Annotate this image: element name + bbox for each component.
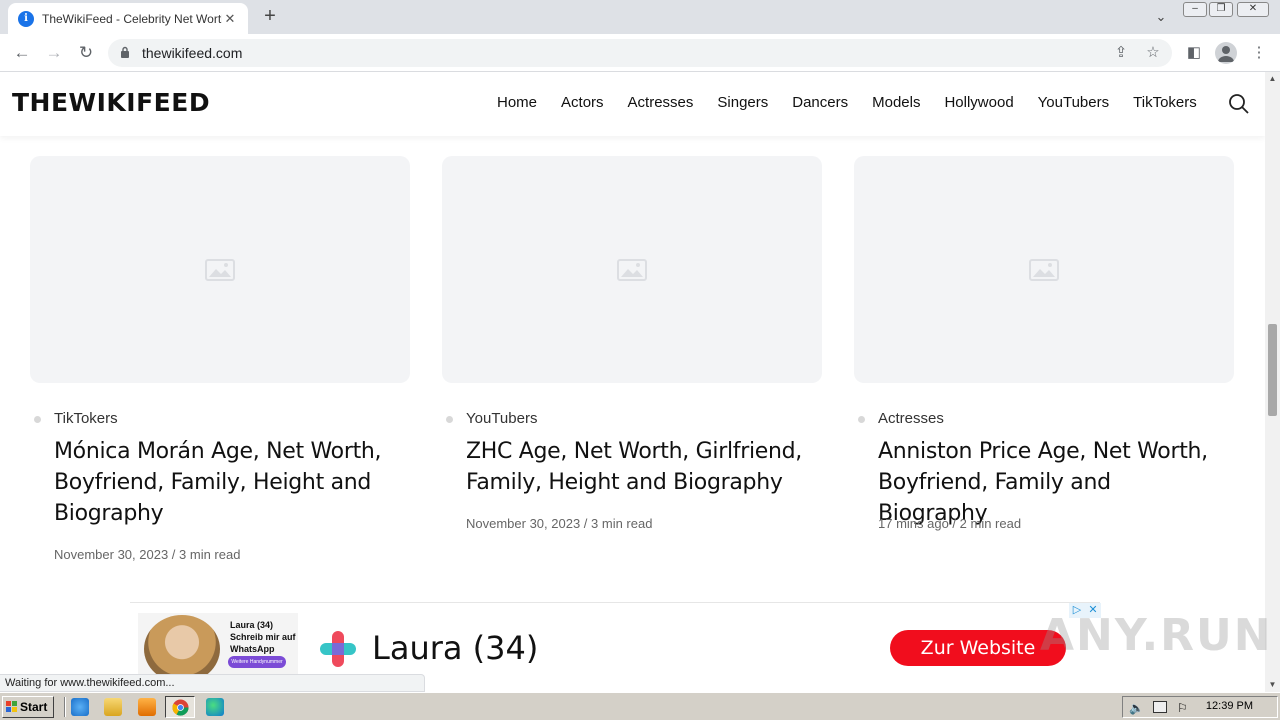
forward-arrow-icon[interactable]: →: [42, 41, 66, 65]
clock: 12:39 PM: [1205, 700, 1253, 712]
nav-singers[interactable]: Singers: [717, 94, 768, 111]
ie-icon[interactable]: [71, 698, 89, 716]
bookmark-star-icon[interactable]: ☆: [1142, 41, 1164, 65]
page-scrollbar[interactable]: ▲ ▼: [1265, 72, 1280, 692]
ad-small-line: Laura (34): [230, 620, 274, 630]
article-meta: 17 mins ago / 2 min read: [878, 516, 1022, 531]
reload-icon[interactable]: ↻: [74, 41, 98, 65]
article-category[interactable]: YouTubers: [442, 410, 537, 427]
minimize-button[interactable]: –: [1183, 2, 1207, 17]
restore-button[interactable]: ❐: [1209, 2, 1233, 17]
edge-icon[interactable]: [206, 698, 224, 716]
back-arrow-icon[interactable]: ←: [10, 41, 34, 65]
menu-kebab-icon[interactable]: ⋮: [1248, 41, 1270, 65]
lock-icon: [121, 46, 129, 58]
start-button[interactable]: Start: [2, 696, 54, 718]
url-text[interactable]: thewikifeed.com: [142, 45, 242, 61]
nav-actresses[interactable]: Actresses: [628, 94, 694, 111]
article-thumbnail[interactable]: [854, 156, 1234, 383]
article-card[interactable]: TikTokers Mónica Morán Age, Net Worth, B…: [30, 156, 410, 562]
nav-models[interactable]: Models: [872, 94, 920, 111]
article-card[interactable]: Actresses Anniston Price Age, Net Worth,…: [854, 156, 1234, 531]
side-panel-icon[interactable]: ◧: [1183, 41, 1205, 65]
taskbar-chrome-button[interactable]: [165, 696, 195, 718]
nav-actors[interactable]: Actors: [561, 94, 604, 111]
flag-icon[interactable]: ⚐: [1177, 701, 1191, 715]
nav-youtubers[interactable]: YouTubers: [1038, 94, 1109, 111]
address-bar[interactable]: thewikifeed.com ⇪ ☆: [108, 39, 1172, 67]
article-thumbnail[interactable]: [30, 156, 410, 383]
watermark: ANY.RUN: [1040, 610, 1273, 661]
site-logo[interactable]: THEWIKIFEED: [12, 88, 210, 117]
logo-text: THEWIKIFEE: [12, 88, 189, 117]
ad-small-line: Schreib mir auf: [230, 632, 296, 642]
image-placeholder-icon: [205, 259, 235, 281]
page-viewport: THEWIKIFEED Home Actors Actresses Singer…: [0, 72, 1265, 692]
ad-cross-logo-icon: [320, 631, 356, 667]
browser-tab[interactable]: i TheWikiFeed - Celebrity Net Worth in..…: [8, 3, 248, 34]
profile-avatar-icon[interactable]: [1215, 42, 1237, 64]
article-card[interactable]: YouTubers ZHC Age, Net Worth, Girlfriend…: [442, 156, 822, 531]
logo-text-end: D: [188, 88, 211, 117]
share-icon[interactable]: ⇪: [1110, 41, 1132, 65]
tab-close-icon[interactable]: ✕: [222, 11, 238, 27]
system-tray: 🔈 ⚐ 12:39 PM: [1122, 696, 1278, 718]
browser-toolbar: ← → ↻ thewikifeed.com ⇪ ☆ ◧ ⋮: [0, 34, 1280, 72]
ad-headline[interactable]: Laura (34): [372, 629, 538, 667]
ad-small-text: Laura (34) Schreib mir auf WhatsApp: [230, 619, 296, 655]
search-icon[interactable]: [1228, 93, 1250, 115]
start-label: Start: [20, 700, 48, 714]
ad-small-line: WhatsApp: [230, 644, 275, 654]
site-header: THEWIKIFEED Home Actors Actresses Singer…: [0, 72, 1265, 136]
article-category[interactable]: Actresses: [854, 410, 944, 427]
article-meta: November 30, 2023 / 3 min read: [466, 516, 653, 531]
ad-pill: Weitere Handynummer: [228, 656, 286, 668]
scroll-down-arrow-icon[interactable]: ▼: [1265, 678, 1280, 692]
tab-search-chevron-icon[interactable]: ⌄: [1150, 6, 1172, 28]
info-icon: i: [18, 10, 34, 27]
new-tab-button[interactable]: +: [258, 5, 282, 29]
article-title[interactable]: Mónica Morán Age, Net Worth, Boyfriend, …: [54, 436, 394, 529]
nav-tiktokers[interactable]: TikTokers: [1133, 94, 1197, 111]
scroll-thumb[interactable]: [1268, 324, 1277, 416]
article-title[interactable]: ZHC Age, Net Worth, Girlfriend, Family, …: [466, 436, 806, 498]
media-player-icon[interactable]: [138, 698, 156, 716]
article-category[interactable]: TikTokers: [30, 410, 118, 427]
windows-taskbar: Start 🔈 ⚐ 12:39 PM: [0, 692, 1280, 720]
folder-icon[interactable]: [104, 698, 122, 716]
ad-photo[interactable]: Laura (34) Schreib mir auf WhatsApp Weit…: [138, 613, 298, 683]
browser-tab-strip: i TheWikiFeed - Celebrity Net Worth in..…: [0, 0, 1280, 34]
image-placeholder-icon: [1029, 259, 1059, 281]
nav-home[interactable]: Home: [497, 94, 537, 111]
volume-icon[interactable]: 🔈: [1129, 701, 1144, 715]
ad-portrait: [144, 615, 220, 683]
scroll-up-arrow-icon[interactable]: ▲: [1265, 72, 1280, 86]
article-thumbnail[interactable]: [442, 156, 822, 383]
windows-logo-icon: [6, 701, 18, 713]
status-bar: Waiting for www.thewikifeed.com...: [0, 674, 425, 692]
tab-title: TheWikiFeed - Celebrity Net Worth in...: [42, 11, 222, 26]
network-icon[interactable]: [1153, 701, 1167, 713]
main-nav: Home Actors Actresses Singers Dancers Mo…: [497, 94, 1221, 111]
article-meta: November 30, 2023 / 3 min read: [54, 547, 241, 562]
close-window-button[interactable]: ✕: [1237, 2, 1269, 17]
image-placeholder-icon: [617, 259, 647, 281]
nav-dancers[interactable]: Dancers: [792, 94, 848, 111]
nav-hollywood[interactable]: Hollywood: [944, 94, 1013, 111]
taskbar-separator: [64, 697, 66, 717]
chrome-icon: [172, 699, 189, 716]
